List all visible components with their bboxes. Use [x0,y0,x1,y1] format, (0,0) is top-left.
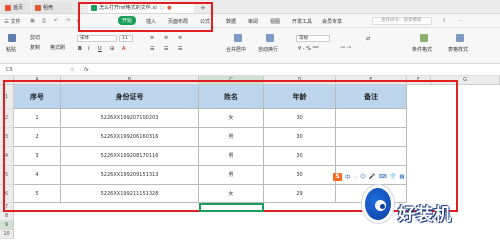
border-icon[interactable]: ⊞ [110,46,114,52]
paste-icon[interactable] [8,34,16,42]
ime-punctuation-icon[interactable]: ·, [354,174,358,180]
ime-voice-icon[interactable]: 🎤 [369,174,376,180]
italic-button[interactable]: I [88,46,89,52]
undo-icon[interactable]: ↶ [54,18,58,24]
type-convert-icon[interactable]: ⇄ [366,36,370,42]
tab-docer-label: 稻壳 [43,5,54,11]
table-style-button[interactable]: 表格样式 [448,46,468,53]
menu-bar: 三 文件 ▣ ⎙ ↶ ↷ ∨ 开始 插入 页面布局 公式 数据 审阅 视图 开发… [0,14,500,28]
bold-button[interactable]: B [78,46,82,52]
align-right-icon[interactable]: ☰ [178,46,182,52]
ime-skin-icon[interactable]: 👕 [390,174,397,180]
ime-keyboard-icon[interactable]: ⌨ [379,174,387,180]
row-header-8[interactable]: 8 [0,212,14,221]
wrap-text-button[interactable]: 自动换行 [258,46,278,53]
ime-toolbar[interactable]: S 中 ·, ☺ 🎤 ⌨ 👕 ▦ [333,173,431,181]
font-size-select[interactable]: 11 [119,35,133,42]
ime-logo-icon[interactable]: S [333,173,342,181]
menu-member[interactable]: 会员专享 [322,18,342,25]
align-top-icon[interactable]: ≡ [150,35,154,41]
merge-center-button[interactable]: 合并居中 [226,46,246,53]
menu-review[interactable]: 审阅 [248,18,258,25]
docer-icon [35,4,41,11]
merge-center-icon[interactable] [234,34,242,42]
row-header-10[interactable]: 10 [0,230,14,239]
font-color-icon[interactable]: A [122,46,125,52]
command-search-input[interactable]: 查找命令、搜索模板 [372,17,432,25]
redo-icon[interactable]: ↷ [66,18,70,24]
cut-button[interactable]: 剪切 [30,34,40,41]
conditional-format-button[interactable]: 条件格式 [412,46,432,53]
ime-emoji-icon[interactable]: ☺ [360,174,366,180]
align-middle-icon[interactable]: ≡ [164,35,168,41]
number-format-select[interactable]: 常规 [296,35,330,42]
name-box[interactable]: C9 [6,67,44,74]
window-tab-bar: 首页 稻壳 怎么打开ref格式的文件.xl ○ ● + [0,0,500,14]
fx-icon[interactable]: fx [84,67,89,73]
save-icon[interactable]: ▣ [30,18,35,24]
tab-docer[interactable]: 稻壳 [32,2,72,13]
formula-bar: C9 ⊙ fx [0,65,500,76]
watermark-logo-icon [362,185,394,223]
currency-icon[interactable]: ¥ - % ⁰⁰⁰ [298,46,319,52]
align-bottom-icon[interactable]: ≡ [178,35,182,41]
align-left-icon[interactable]: ☰ [150,46,154,52]
ime-chinese-mode[interactable]: 中 [345,173,351,181]
menu-file[interactable]: 三 文件 [4,18,21,25]
wrap-text-icon[interactable] [266,34,274,42]
ime-toolbox-icon[interactable]: ▦ [399,174,404,180]
highlight-box-file-tab [78,2,213,32]
tab-home[interactable]: 首页 [2,2,30,13]
table-style-icon[interactable] [456,34,464,42]
menu-developer[interactable]: 开发工具 [292,18,312,25]
zoom-icon[interactable]: ⊙ [70,67,74,73]
home-icon [5,4,11,11]
row-header-9[interactable]: 9 [0,221,14,230]
paste-button[interactable]: 粘贴 [6,46,16,53]
format-painter-button[interactable]: 格式刷 [50,44,65,51]
share-icon[interactable]: ⇪ [442,18,446,24]
copy-button[interactable]: 复制 [30,44,40,51]
tab-home-label: 首页 [13,5,24,11]
menu-view[interactable]: 视图 [270,18,280,25]
align-center-icon[interactable]: ☰ [164,46,168,52]
underline-button[interactable]: U [98,46,102,52]
decimal-icon[interactable]: ⁺⁰ ⁻⁰ [340,46,351,52]
more-icon[interactable]: ⋯ [458,18,463,24]
selected-cell-c9[interactable] [199,203,264,212]
ribbon-toolbar: 粘贴 剪切 复制 格式刷 宋体 11 B I U ⊞ A ≡ ≡ ≡ ☰ ☰ ☰… [0,28,500,64]
menu-data[interactable]: 数据 [226,18,236,25]
conditional-format-icon[interactable] [420,34,428,42]
watermark-text: 好装机 [398,205,452,225]
font-family-select[interactable]: 宋体 [77,35,117,42]
print-icon[interactable]: ⎙ [42,18,46,24]
